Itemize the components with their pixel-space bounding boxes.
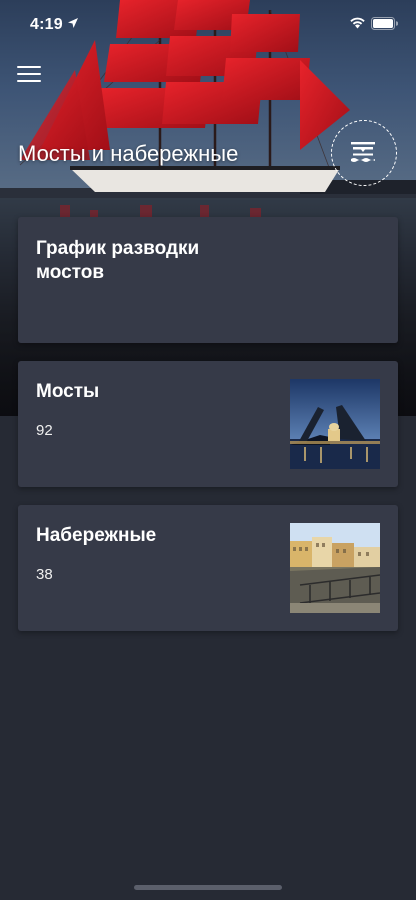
hero-background-image: [0, 0, 416, 416]
bridges-thumbnail: [290, 379, 380, 469]
embankments-card[interactable]: Набережные 38: [18, 505, 398, 631]
card-title: Набережные: [36, 525, 157, 546]
home-indicator: [134, 885, 282, 890]
wifi-icon: [350, 17, 365, 29]
status-bar: 4:19: [0, 0, 416, 50]
bridge-schedule-card[interactable]: График разводки мостов: [18, 217, 398, 343]
embankments-thumbnail: [290, 523, 380, 613]
location-arrow-icon: [68, 18, 78, 28]
card-title: Мосты: [36, 381, 100, 402]
bridges-count: 92: [36, 422, 53, 439]
page-title: Мосты и набережные: [18, 141, 239, 166]
drawbridge-icon: [351, 142, 375, 162]
card-title: График разводки мостов: [36, 238, 200, 283]
battery-icon: [371, 17, 398, 30]
drawbridge-view-button[interactable]: [331, 120, 397, 186]
hamburger-menu-icon[interactable]: [17, 66, 41, 82]
bridges-card[interactable]: Мосты 92: [18, 361, 398, 487]
embankments-count: 38: [36, 566, 53, 583]
status-time: 4:19: [30, 16, 63, 33]
